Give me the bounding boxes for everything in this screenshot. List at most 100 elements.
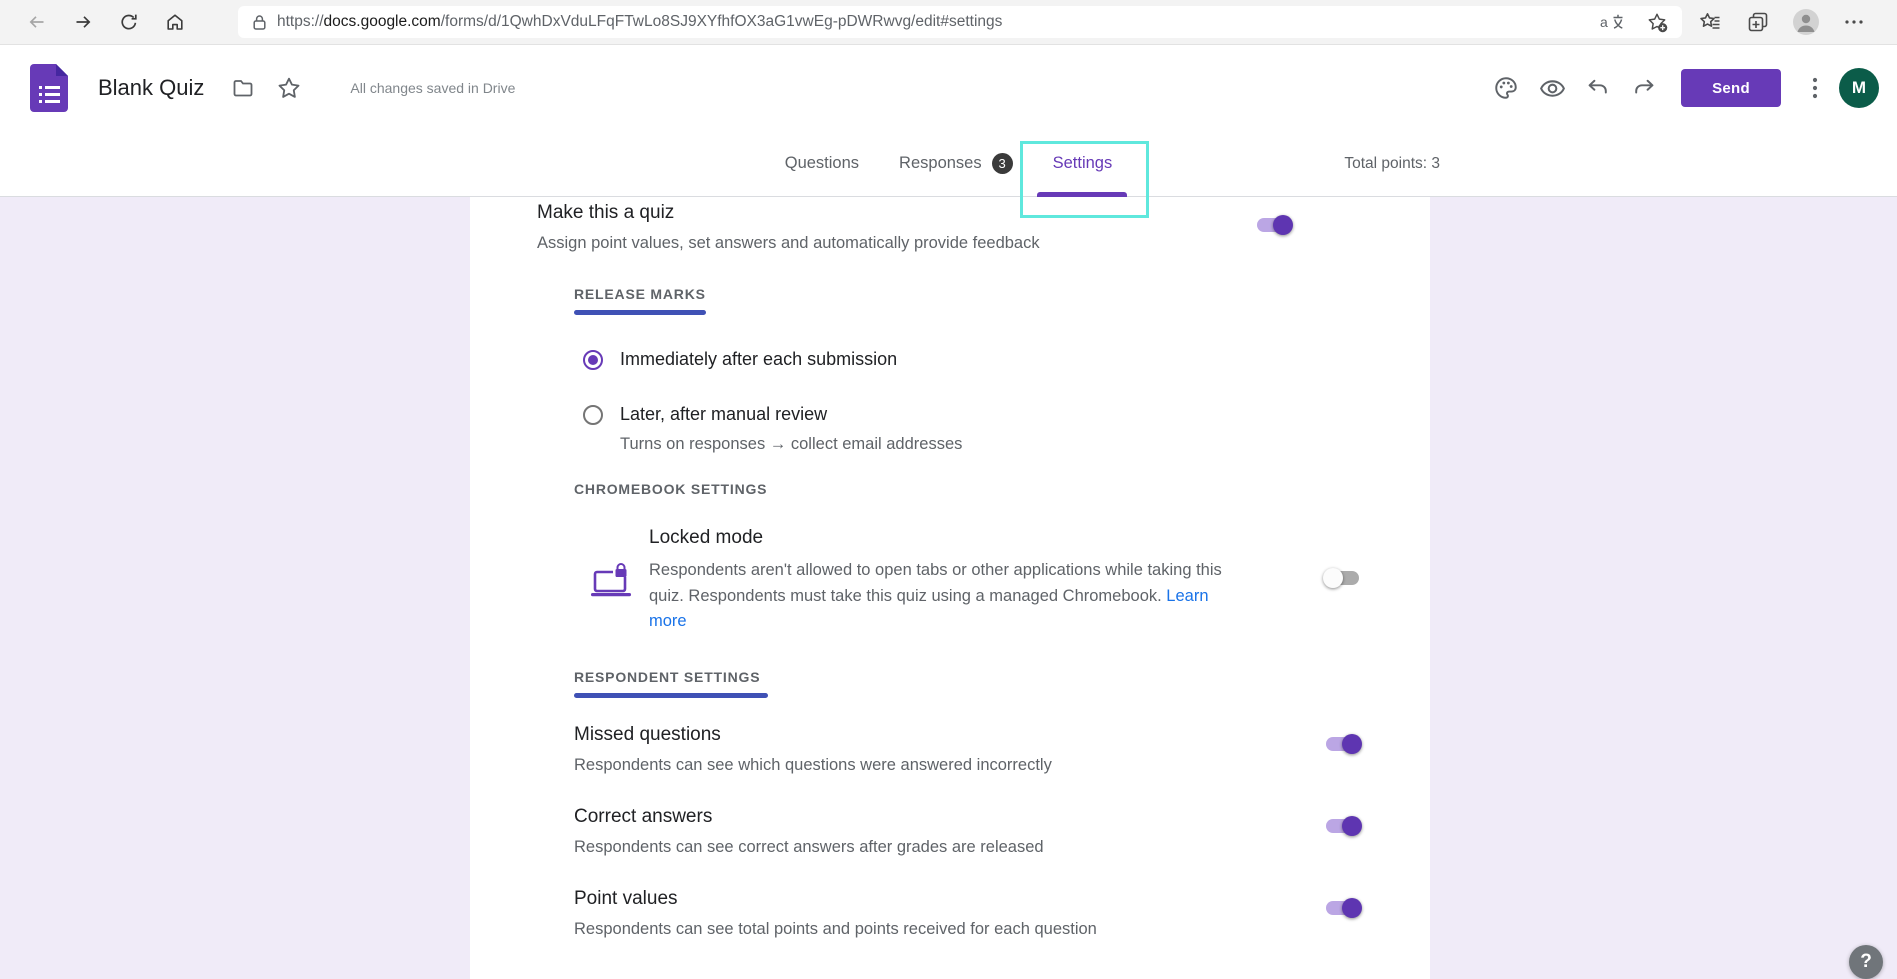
palette-icon (1493, 75, 1519, 101)
active-tab-indicator (1037, 192, 1127, 197)
url-scheme: https:// (277, 13, 324, 30)
point-values-title: Point values (574, 888, 1274, 910)
address-bar[interactable]: https://docs.google.com/forms/d/1QwhDxVd… (238, 6, 1682, 38)
release-option-immediately[interactable]: Immediately after each submission (583, 349, 897, 370)
total-points: Total points: 3 (1344, 155, 1440, 173)
browser-home-button[interactable] (152, 0, 198, 45)
release-marks-underline (574, 310, 706, 315)
forms-header: Blank Quiz All changes saved in Drive Se… (0, 45, 1897, 131)
tab-questions[interactable]: Questions (781, 131, 863, 197)
collections-icon (1746, 10, 1770, 34)
customize-theme-button[interactable] (1483, 65, 1529, 111)
document-title[interactable]: Blank Quiz (98, 75, 204, 101)
browser-refresh-button[interactable] (106, 0, 152, 45)
favorites-hub-button[interactable] (1690, 0, 1730, 45)
svg-text:a: a (1600, 14, 1608, 30)
laptop-lock-icon-wrap (589, 563, 633, 635)
star-document-button[interactable] (266, 65, 312, 111)
locked-mode-title: Locked mode (649, 527, 1224, 549)
add-favorite-button[interactable] (1646, 11, 1668, 33)
home-icon (165, 12, 185, 32)
help-icon: ? (1860, 951, 1872, 973)
point-values-row: Point values Respondents can see total p… (574, 888, 1274, 939)
browser-forward-button[interactable] (60, 0, 106, 45)
url-text[interactable]: https://docs.google.com/forms/d/1QwhDxVd… (277, 13, 1002, 31)
respondent-settings-heading-label: RESPONDENT SETTINGS (574, 669, 760, 685)
release-marks-heading-label: RELEASE MARKS (574, 286, 706, 302)
move-to-folder-button[interactable] (220, 65, 266, 111)
toggle-thumb (1323, 568, 1343, 588)
add-favorite-icon (1646, 11, 1668, 33)
responses-count-badge: 3 (992, 153, 1013, 174)
correct-answers-row: Correct answers Respondents can see corr… (574, 806, 1274, 857)
save-status[interactable]: All changes saved in Drive (350, 80, 515, 96)
preview-button[interactable] (1529, 65, 1575, 111)
missed-questions-title: Missed questions (574, 724, 1274, 746)
radio-later-label: Later, after manual review (620, 404, 827, 425)
make-quiz-toggle[interactable] (1255, 215, 1292, 235)
account-avatar[interactable]: M (1839, 68, 1879, 108)
more-options-button[interactable] (1797, 65, 1833, 111)
url-path: /forms/d/1QwhDxVduLFqFTwLo8SJ9XYfhfOX3aG… (441, 13, 1003, 30)
favorites-icon (1698, 10, 1722, 34)
forms-tab-bar: Questions Responses 3 Settings Total poi… (0, 131, 1897, 197)
settings-page-background: Make this a quiz Assign point values, se… (0, 197, 1897, 979)
tab-responses[interactable]: Responses 3 (895, 131, 1017, 197)
browser-menu-button[interactable] (1834, 0, 1874, 45)
translate-icon: a (1600, 13, 1626, 31)
radio-immediately-label: Immediately after each submission (620, 349, 897, 370)
help-button[interactable]: ? (1849, 945, 1883, 979)
missed-questions-row: Missed questions Respondents can see whi… (574, 724, 1274, 775)
browser-toolbar: https://docs.google.com/forms/d/1QwhDxVd… (0, 0, 1897, 45)
redo-button[interactable] (1621, 65, 1667, 111)
chromebook-settings-heading: CHROMEBOOK SETTINGS (574, 481, 767, 497)
toggle-thumb (1342, 734, 1362, 754)
forward-icon (73, 12, 93, 32)
make-quiz-description: Assign point values, set answers and aut… (537, 234, 1361, 253)
translate-button[interactable]: a (1600, 13, 1626, 31)
radio-immediately[interactable] (583, 350, 603, 370)
tab-settings[interactable]: Settings (1049, 131, 1117, 197)
url-domain: docs.google.com (324, 13, 441, 30)
tab-responses-label: Responses (899, 154, 982, 173)
browser-profile-button[interactable] (1786, 0, 1826, 45)
profile-icon (1793, 9, 1819, 35)
redo-icon (1631, 75, 1657, 101)
locked-mode-toggle[interactable] (1324, 568, 1361, 588)
collections-button[interactable] (1738, 0, 1778, 45)
locked-mode-description-text: Respondents aren't allowed to open tabs … (649, 561, 1222, 605)
chromebook-settings-heading-label: CHROMEBOOK SETTINGS (574, 481, 767, 497)
missed-questions-toggle[interactable] (1324, 734, 1361, 754)
correct-answers-toggle[interactable] (1324, 816, 1361, 836)
settings-card: Make this a quiz Assign point values, se… (470, 197, 1430, 979)
toggle-thumb (1342, 816, 1362, 836)
lock-icon[interactable] (252, 14, 267, 31)
toggle-thumb (1342, 898, 1362, 918)
back-icon (27, 12, 47, 32)
locked-mode-description: Respondents aren't allowed to open tabs … (649, 558, 1224, 635)
point-values-toggle[interactable] (1324, 898, 1361, 918)
tab-settings-label: Settings (1053, 154, 1113, 173)
browser-back-button[interactable] (14, 0, 60, 45)
correct-answers-title: Correct answers (574, 806, 1274, 828)
laptop-lock-icon (589, 563, 633, 601)
undo-icon (1585, 75, 1611, 101)
radio-later[interactable] (583, 405, 603, 425)
send-button[interactable]: Send (1681, 69, 1781, 107)
kebab-icon (1812, 77, 1818, 99)
refresh-icon (119, 12, 139, 32)
release-marks-heading: RELEASE MARKS (574, 286, 706, 315)
folder-icon (231, 76, 255, 100)
correct-answers-description: Respondents can see correct answers afte… (574, 838, 1274, 857)
respondent-settings-heading: RESPONDENT SETTINGS (574, 669, 768, 698)
ellipsis-icon (1844, 19, 1864, 25)
star-icon (276, 75, 302, 101)
make-quiz-row: Make this a quiz Assign point values, se… (537, 202, 1361, 253)
toggle-thumb (1273, 215, 1293, 235)
release-option-later[interactable]: Later, after manual review (583, 404, 827, 425)
radio-later-subtext: Turns on responses → collect email addre… (620, 435, 962, 454)
undo-button[interactable] (1575, 65, 1621, 111)
tab-questions-label: Questions (785, 154, 859, 173)
forms-logo[interactable] (30, 64, 68, 112)
missed-questions-description: Respondents can see which questions were… (574, 756, 1274, 775)
